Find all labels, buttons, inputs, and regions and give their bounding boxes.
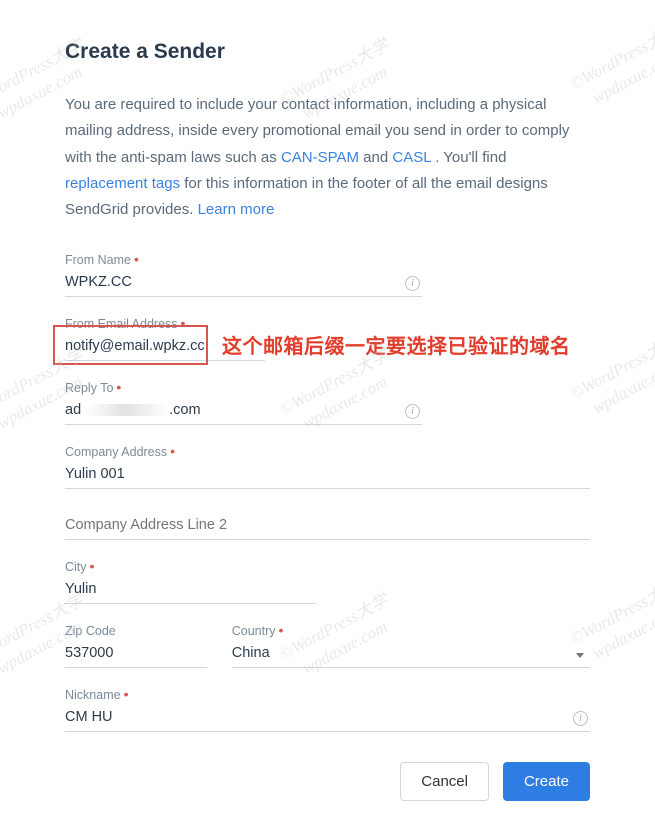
required-marker: • [279,622,284,638]
replacement-tags-link[interactable]: replacement tags [65,175,180,192]
nickname-label: Nickname [65,688,121,702]
page-title: Create a Sender [65,40,590,64]
reply-to-label: Reply To [65,381,113,395]
company-address-input[interactable] [65,462,590,489]
from-name-label: From Name [65,253,131,267]
reply-to-input[interactable]: ad .com [65,398,422,425]
from-email-label: From Email Address [65,317,178,331]
intro-text: . You'll find [435,149,506,166]
reply-to-prefix: ad [65,402,81,418]
create-button[interactable]: Create [503,762,590,801]
intro-paragraph: You are required to include your contact… [65,92,590,223]
required-marker: • [124,686,129,702]
nickname-input[interactable] [65,705,590,732]
required-marker: • [90,558,95,574]
from-email-input[interactable] [65,334,265,361]
chevron-down-icon [576,653,584,658]
actions-row: Cancel Create [65,762,590,801]
can-spam-link[interactable]: CAN-SPAM [281,149,359,166]
city-label: City [65,560,87,574]
cancel-button[interactable]: Cancel [400,762,489,801]
required-marker: • [181,315,186,331]
company-address-2-input[interactable] [65,513,590,540]
from-name-input[interactable] [65,270,422,297]
intro-text: and [363,149,392,166]
casl-link[interactable]: CASL [392,149,431,166]
required-marker: • [170,443,175,459]
sender-form: From Name• i From Email Address• Reply T… [65,251,590,801]
required-marker: • [134,251,139,267]
redacted-text [81,404,169,416]
required-marker: • [116,379,121,395]
zip-input[interactable] [65,641,207,668]
reply-to-suffix: .com [169,402,200,418]
zip-label: Zip Code [65,624,116,638]
company-address-label: Company Address [65,445,167,459]
city-input[interactable] [65,577,317,604]
country-label: Country [232,624,276,638]
learn-more-link[interactable]: Learn more [198,201,275,218]
country-select[interactable] [232,641,590,668]
